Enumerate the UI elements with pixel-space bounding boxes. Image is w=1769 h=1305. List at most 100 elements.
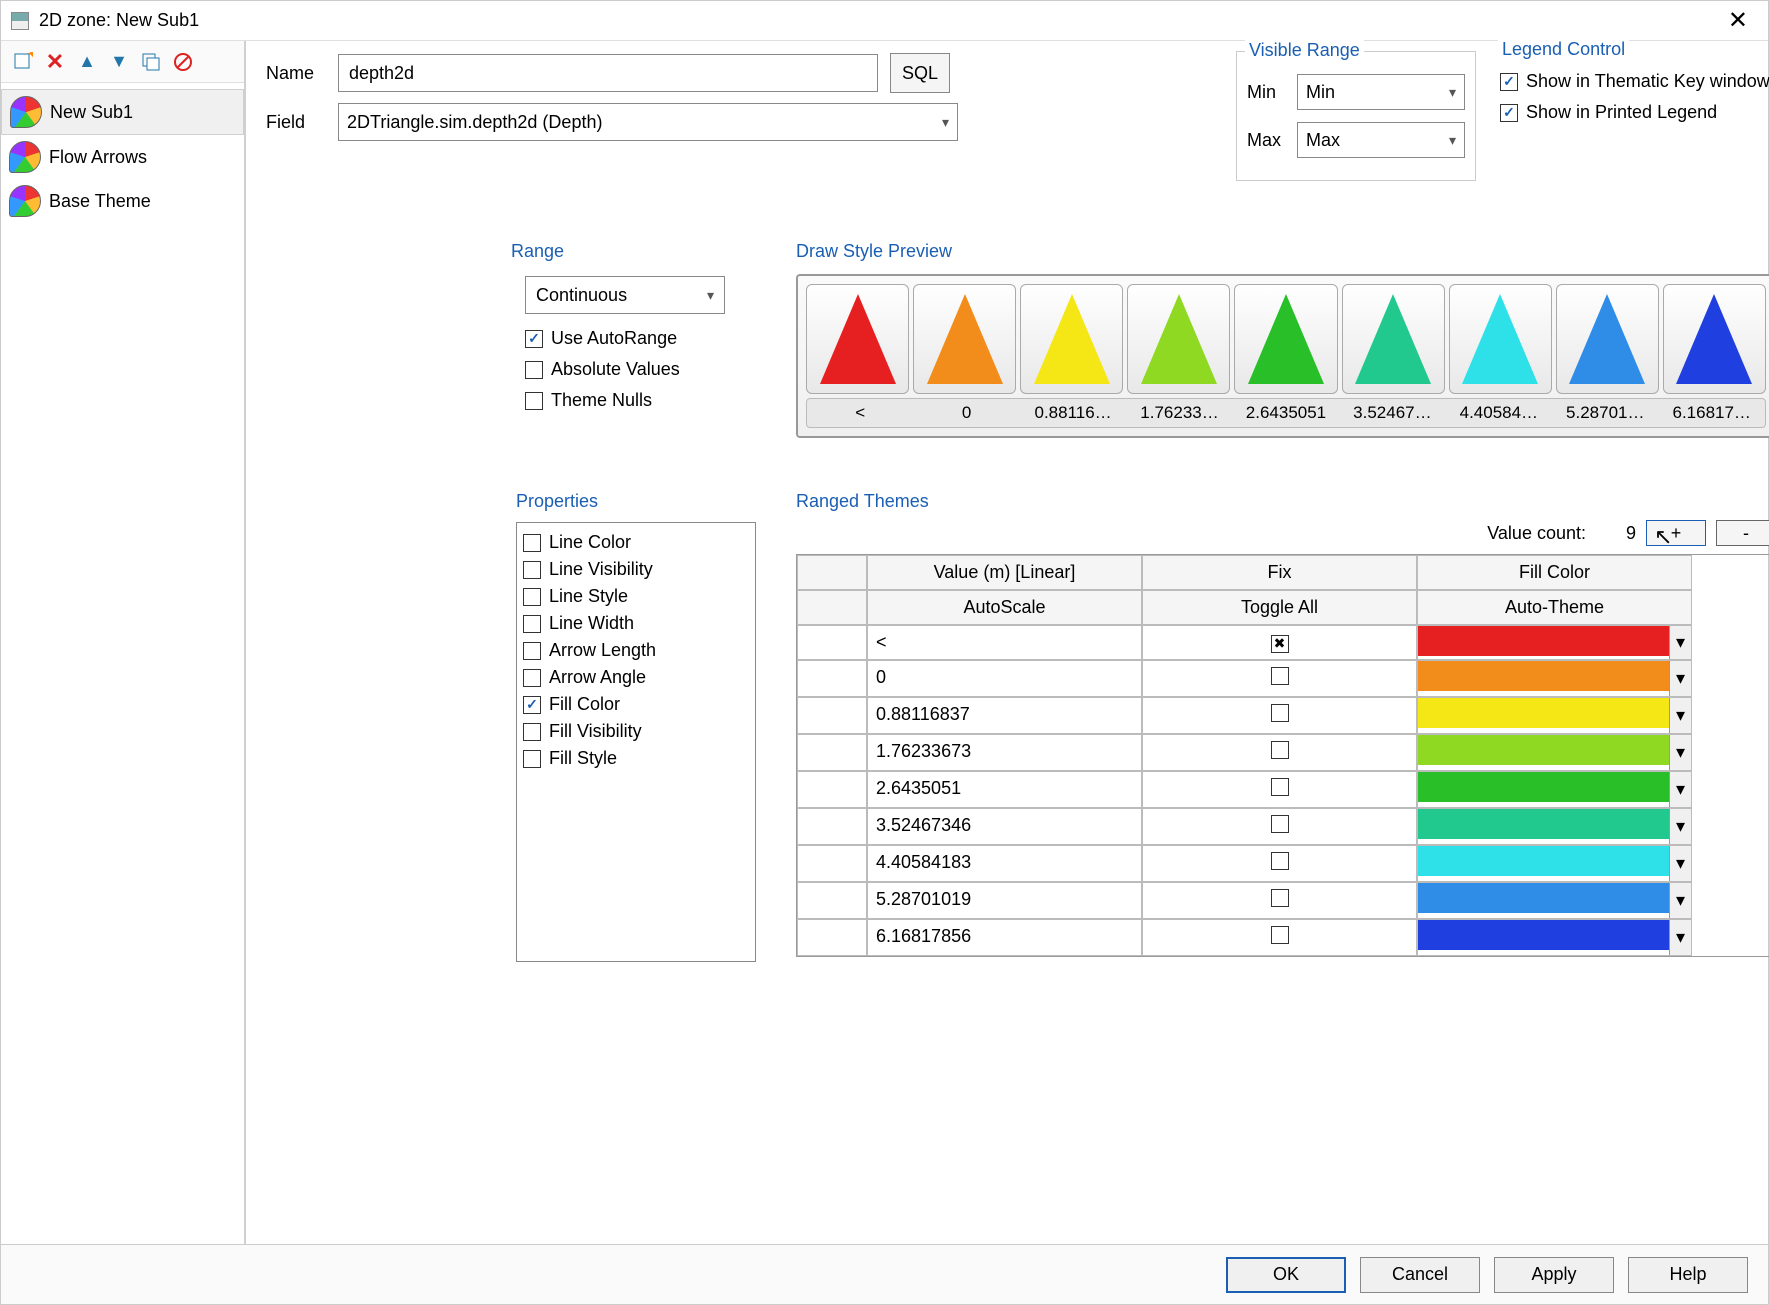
fill-color-cell[interactable]: ▾ (1417, 919, 1692, 956)
nulls-checkbox[interactable]: Theme Nulls (525, 390, 751, 411)
value-cell[interactable]: 0 (867, 660, 1142, 697)
fix-checkbox[interactable] (1271, 741, 1289, 759)
down-arrow-icon[interactable]: ▼ (105, 48, 133, 76)
up-arrow-icon[interactable]: ▲ (73, 48, 101, 76)
help-button[interactable]: Help (1628, 1257, 1748, 1293)
field-select[interactable]: 2DTriangle.sim.depth2d (Depth) ▾ (338, 103, 958, 141)
preview-swatch[interactable] (1663, 284, 1766, 394)
value-cell[interactable]: 3.52467346 (867, 808, 1142, 845)
color-dropdown-button[interactable]: ▾ (1669, 698, 1691, 733)
ok-button[interactable]: OK (1226, 1257, 1346, 1293)
fix-checkbox[interactable] (1271, 704, 1289, 722)
value-count-plus-button[interactable]: + (1646, 520, 1706, 546)
value-cell[interactable]: 1.76233673 (867, 734, 1142, 771)
row-selector[interactable] (797, 734, 867, 771)
fix-checkbox[interactable] (1271, 667, 1289, 685)
autoscale-button[interactable]: AutoScale (867, 590, 1142, 625)
preview-swatch[interactable] (1020, 284, 1123, 394)
prohibit-icon[interactable] (169, 48, 197, 76)
fix-checkbox[interactable] (1271, 889, 1289, 907)
preview-swatch[interactable] (1234, 284, 1337, 394)
max-combo[interactable]: Max▾ (1297, 122, 1465, 158)
row-selector[interactable] (797, 919, 867, 956)
fix-checkbox[interactable] (1271, 926, 1289, 944)
new-icon[interactable]: ✦ (9, 48, 37, 76)
value-count-minus-button[interactable]: - (1716, 520, 1769, 546)
fill-color-cell[interactable]: ▾ (1417, 808, 1692, 845)
value-cell[interactable]: 0.88116837 (867, 697, 1142, 734)
copy-icon[interactable] (137, 48, 165, 76)
property-checkbox[interactable]: Line Style (523, 583, 749, 610)
autorange-checkbox[interactable]: Use AutoRange (525, 328, 751, 349)
property-checkbox[interactable]: Line Color (523, 529, 749, 556)
fill-color-cell[interactable]: ▾ (1417, 845, 1692, 882)
sidebar-item[interactable]: Base Theme (1, 179, 244, 223)
sidebar-item[interactable]: Flow Arrows (1, 135, 244, 179)
checkbox-icon (1500, 104, 1518, 122)
property-checkbox[interactable]: Arrow Angle (523, 664, 749, 691)
color-dropdown-button[interactable]: ▾ (1669, 626, 1691, 659)
row-selector[interactable] (797, 882, 867, 919)
range-type-combo[interactable]: Continuous▾ (525, 276, 725, 314)
row-selector[interactable] (797, 845, 867, 882)
row-selector[interactable] (797, 808, 867, 845)
delete-icon[interactable]: ✕ (41, 48, 69, 76)
row-selector[interactable] (797, 660, 867, 697)
property-checkbox[interactable]: Fill Style (523, 745, 749, 772)
sidebar-item[interactable]: New Sub1 (1, 89, 244, 135)
property-checkbox[interactable]: Fill Visibility (523, 718, 749, 745)
fix-header[interactable]: Fix (1142, 555, 1417, 590)
preview-swatch[interactable] (806, 284, 909, 394)
fill-header[interactable]: Fill Color (1417, 555, 1692, 590)
row-selector[interactable] (797, 625, 867, 660)
property-checkbox[interactable]: Line Width (523, 610, 749, 637)
fill-color-cell[interactable]: ▾ (1417, 882, 1692, 919)
apply-button[interactable]: Apply (1494, 1257, 1614, 1293)
value-cell[interactable]: < (867, 625, 1142, 660)
auto-theme-button[interactable]: Auto-Theme (1417, 590, 1692, 625)
fill-color-cell[interactable]: ▾ (1417, 771, 1692, 808)
property-checkbox[interactable]: Fill Color (523, 691, 749, 718)
preview-swatch[interactable] (913, 284, 1016, 394)
color-dropdown-button[interactable]: ▾ (1669, 661, 1691, 696)
value-header[interactable]: Value (m) [Linear] (867, 555, 1142, 590)
preview-swatch[interactable] (1342, 284, 1445, 394)
thematic-checkbox[interactable]: Show in Thematic Key window (1500, 71, 1769, 92)
checkbox-icon (523, 750, 541, 768)
fix-checkbox[interactable] (1271, 778, 1289, 796)
color-dropdown-button[interactable]: ▾ (1669, 920, 1691, 955)
color-dropdown-button[interactable]: ▾ (1669, 846, 1691, 881)
row-selector[interactable] (797, 697, 867, 734)
name-input[interactable] (338, 54, 878, 92)
fix-checkbox[interactable] (1271, 815, 1289, 833)
fix-checkbox[interactable] (1271, 852, 1289, 870)
close-button[interactable]: ✕ (1718, 6, 1758, 35)
color-dropdown-button[interactable]: ▾ (1669, 883, 1691, 918)
fill-color-cell[interactable]: ▾ (1417, 625, 1692, 660)
printed-checkbox[interactable]: Show in Printed Legend (1500, 102, 1769, 123)
property-checkbox[interactable]: Line Visibility (523, 556, 749, 583)
color-dropdown-button[interactable]: ▾ (1669, 809, 1691, 844)
color-dropdown-button[interactable]: ▾ (1669, 772, 1691, 807)
min-combo[interactable]: Min▾ (1297, 74, 1465, 110)
fill-color-cell[interactable]: ▾ (1417, 734, 1692, 771)
color-dropdown-button[interactable]: ▾ (1669, 735, 1691, 770)
cancel-button[interactable]: Cancel (1360, 1257, 1480, 1293)
value-cell[interactable]: 4.40584183 (867, 845, 1142, 882)
value-cell[interactable]: 2.6435051 (867, 771, 1142, 808)
preview-swatch[interactable] (1127, 284, 1230, 394)
preview-value-label: 2.6435051 (1233, 399, 1339, 427)
fill-color-cell[interactable]: ▾ (1417, 660, 1692, 697)
fill-color-cell[interactable]: ▾ (1417, 697, 1692, 734)
toggle-all-button[interactable]: Toggle All (1142, 590, 1417, 625)
titlebar: 2D zone: New Sub1 ✕ (1, 1, 1768, 41)
fix-checkbox[interactable] (1271, 635, 1289, 653)
absolute-checkbox[interactable]: Absolute Values (525, 359, 751, 380)
row-selector[interactable] (797, 771, 867, 808)
value-cell[interactable]: 5.28701019 (867, 882, 1142, 919)
sql-button[interactable]: SQL (890, 53, 950, 93)
property-checkbox[interactable]: Arrow Length (523, 637, 749, 664)
preview-swatch[interactable] (1556, 284, 1659, 394)
value-cell[interactable]: 6.16817856 (867, 919, 1142, 956)
preview-swatch[interactable] (1449, 284, 1552, 394)
